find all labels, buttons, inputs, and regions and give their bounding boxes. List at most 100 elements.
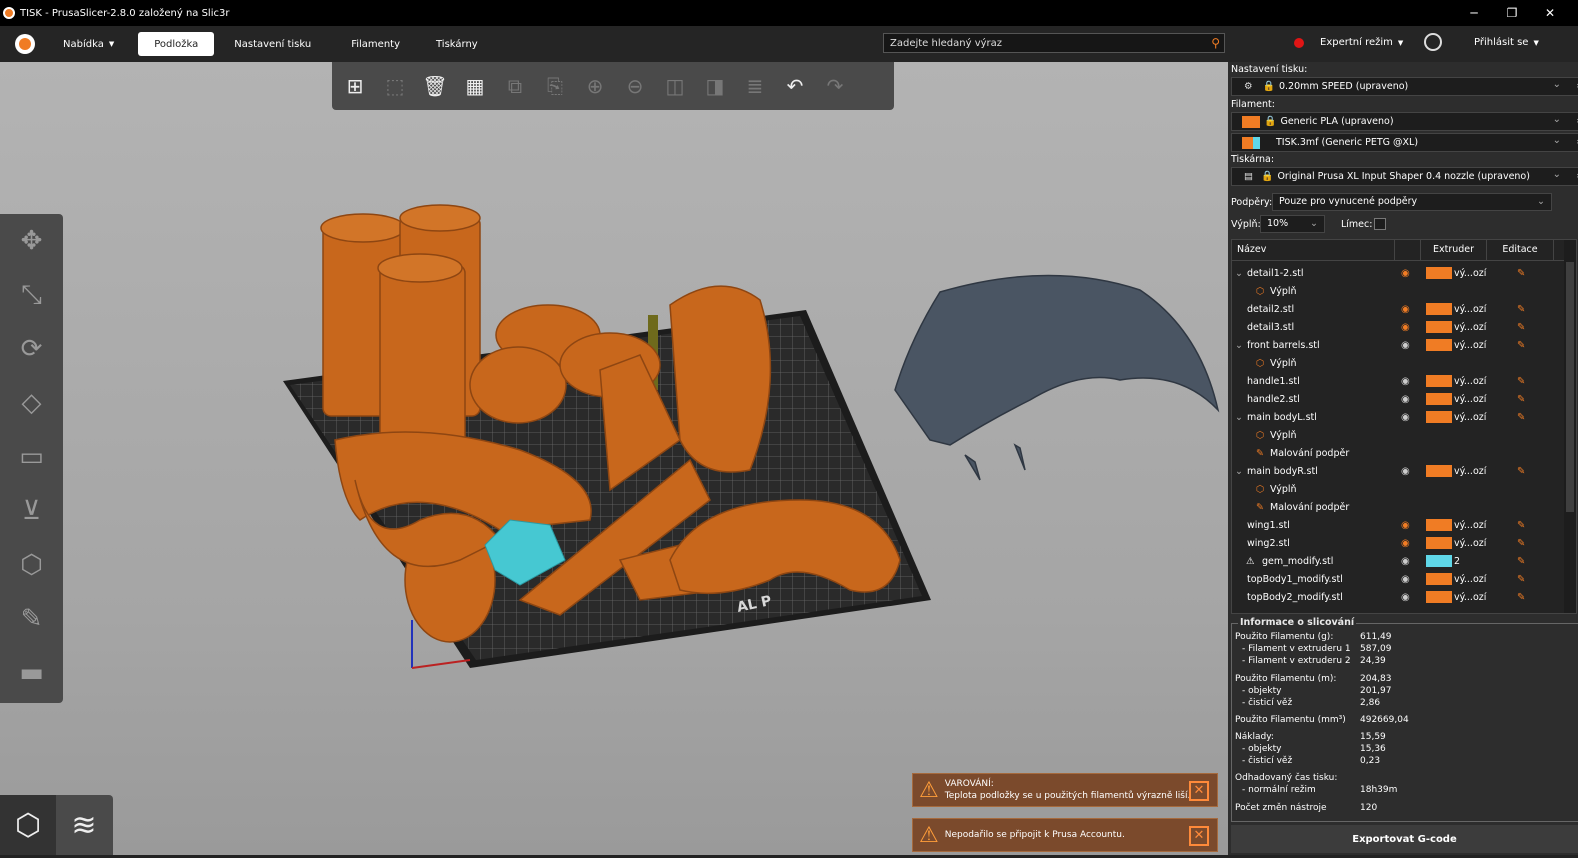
rotate-icon[interactable]: ⟳ xyxy=(0,322,63,376)
scale-icon[interactable]: ⤡ xyxy=(0,268,63,322)
extruder-value[interactable]: vý...ozí xyxy=(1454,376,1486,387)
tab-plater[interactable]: Podložka xyxy=(138,32,215,56)
extruder-value[interactable]: vý...ozí xyxy=(1454,592,1486,603)
cut-icon[interactable]: ▭ xyxy=(0,430,63,484)
object-row[interactable]: ⌄ main bodyR.stl ◉ vý...ozí ✎ xyxy=(1232,462,1560,480)
tab-print-settings[interactable]: Nastavení tisku xyxy=(218,32,327,56)
edit-icon[interactable]: ✎ xyxy=(1517,592,1525,603)
extruder-color-swatch[interactable] xyxy=(1426,303,1452,315)
search-icon[interactable]: ⚲ xyxy=(1211,36,1220,50)
visibility-eye-icon[interactable]: ◉ xyxy=(1401,340,1410,351)
edit-icon[interactable]: ✎ xyxy=(1517,322,1525,333)
split-objects-icon[interactable]: ◫ xyxy=(658,69,692,103)
place-on-face-icon[interactable]: ◇ xyxy=(0,376,63,430)
expand-chevron-icon[interactable]: ⌄ xyxy=(1235,268,1243,279)
visibility-eye-icon[interactable]: ◉ xyxy=(1401,412,1410,423)
extruder-color-swatch[interactable] xyxy=(1426,591,1452,603)
visibility-eye-icon[interactable]: ◉ xyxy=(1401,592,1410,603)
edit-icon[interactable]: ✎ xyxy=(1517,394,1525,405)
close-notification-button[interactable]: ✕ xyxy=(1189,781,1209,801)
edit-icon[interactable]: ✎ xyxy=(1517,466,1525,477)
extruder-color-swatch[interactable] xyxy=(1426,267,1452,279)
login-button[interactable]: Přihlásit se ▼ xyxy=(1474,37,1539,48)
mmu-painting-icon[interactable]: ✎ xyxy=(0,592,63,646)
extruder-value[interactable]: vý...ozí xyxy=(1454,538,1486,549)
layers-editing-icon[interactable]: ≣ xyxy=(738,69,772,103)
paste-icon[interactable]: ⎘ xyxy=(538,69,572,103)
mode-selector[interactable]: Expertní režim ▼ xyxy=(1320,37,1403,48)
split-parts-icon[interactable]: ◨ xyxy=(698,69,732,103)
extruder-color-swatch[interactable] xyxy=(1426,321,1452,333)
expand-chevron-icon[interactable]: ⌄ xyxy=(1235,412,1243,423)
object-row[interactable]: handle2.stl ◉ vý...ozí ✎ xyxy=(1232,390,1560,408)
visibility-eye-icon[interactable]: ◉ xyxy=(1401,376,1410,387)
extruder-color-swatch[interactable] xyxy=(1426,465,1452,477)
scrollbar-thumb[interactable] xyxy=(1566,262,1574,512)
extruder-value[interactable]: vý...ozí xyxy=(1454,412,1486,423)
extruder-value[interactable]: vý...ozí xyxy=(1454,466,1486,477)
delete-all-icon[interactable]: 🗑 xyxy=(418,69,452,103)
move-icon[interactable]: ✥ xyxy=(0,214,63,268)
export-gcode-button[interactable]: Exportovat G-code xyxy=(1231,825,1578,853)
object-row[interactable]: ⌄ front barrels.stl ◉ vý...ozí ✎ xyxy=(1232,336,1560,354)
visibility-eye-icon[interactable]: ◉ xyxy=(1401,304,1410,315)
print-profile-select[interactable]: ⚙ 🔒 0.20mm SPEED (upraveno) ⌄ ⚙ xyxy=(1231,77,1578,96)
add-object-icon[interactable]: ⊞ xyxy=(338,69,372,103)
column-extruder[interactable]: Extruder xyxy=(1421,240,1487,260)
object-subitem-row[interactable]: ⬡ Výplň xyxy=(1232,480,1560,498)
extruder-value[interactable]: vý...ozí xyxy=(1454,322,1486,333)
preview-layers-icon[interactable]: ≋ xyxy=(56,795,112,855)
expand-chevron-icon[interactable]: ⌄ xyxy=(1235,466,1243,477)
search-input[interactable]: Zadejte hledaný výraz ⚲ xyxy=(883,33,1225,53)
close-window-button[interactable]: ✕ xyxy=(1531,0,1569,26)
minimize-button[interactable]: ─ xyxy=(1455,0,1493,26)
extruder-color-swatch[interactable] xyxy=(1426,339,1452,351)
tab-printers[interactable]: Tiskárny xyxy=(420,32,494,56)
object-row[interactable]: wing1.stl ◉ vý...ozí ✎ xyxy=(1232,516,1560,534)
visibility-eye-icon[interactable]: ◉ xyxy=(1401,466,1410,477)
tab-filaments[interactable]: Filamenty xyxy=(335,32,416,56)
copy-icon[interactable]: ⧉ xyxy=(498,69,532,103)
filament-2-select[interactable]: TISK.3mf (Generic PETG @XL) ⌄ ⚙ xyxy=(1231,133,1578,152)
visibility-eye-icon[interactable]: ◉ xyxy=(1401,394,1410,405)
extruder-color-swatch[interactable] xyxy=(1426,411,1452,423)
close-notification-button[interactable]: ✕ xyxy=(1189,826,1209,846)
seam-painting-icon[interactable]: ⬡ xyxy=(0,538,63,592)
column-name[interactable]: Název xyxy=(1232,240,1395,260)
extruder-value[interactable]: vý...ozí xyxy=(1454,268,1486,279)
object-row[interactable]: handle1.stl ◉ vý...ozí ✎ xyxy=(1232,372,1560,390)
paint-supports-icon[interactable]: ⊻ xyxy=(0,484,63,538)
visibility-eye-icon[interactable]: ◉ xyxy=(1401,520,1410,531)
object-row[interactable]: detail2.stl ◉ vý...ozí ✎ xyxy=(1232,300,1560,318)
edit-icon[interactable]: ✎ xyxy=(1517,538,1525,549)
filament-1-select[interactable]: 🔒 Generic PLA (upraveno) ⌄ ⚙ xyxy=(1231,112,1578,131)
visibility-eye-icon[interactable]: ◉ xyxy=(1401,322,1410,333)
visibility-eye-icon[interactable]: ◉ xyxy=(1401,556,1410,567)
extruder-color-swatch[interactable] xyxy=(1426,537,1452,549)
edit-icon[interactable]: ✎ xyxy=(1517,520,1525,531)
object-subitem-row[interactable]: ✎ Malování podpěr xyxy=(1232,498,1560,516)
object-row[interactable]: ⌄ main bodyL.stl ◉ vý...ozí ✎ xyxy=(1232,408,1560,426)
brim-checkbox[interactable] xyxy=(1374,218,1386,230)
measure-icon[interactable]: ▬ xyxy=(0,646,63,700)
undo-icon[interactable]: ↶ xyxy=(778,69,812,103)
extruder-color-swatch[interactable] xyxy=(1426,555,1452,567)
infill-select[interactable]: 10% ⌄ xyxy=(1260,215,1325,233)
extruder-value[interactable]: vý...ozí xyxy=(1454,520,1486,531)
supports-select[interactable]: Pouze pro vynucené podpěry ⌄ xyxy=(1272,193,1552,211)
add-instance-icon[interactable]: ⊕ xyxy=(578,69,612,103)
extruder-value[interactable]: vý...ozí xyxy=(1454,394,1486,405)
object-row[interactable]: wing2.stl ◉ vý...ozí ✎ xyxy=(1232,534,1560,552)
object-list-scrollbar[interactable] xyxy=(1564,240,1576,613)
edit-icon[interactable]: ✎ xyxy=(1517,304,1525,315)
edit-icon[interactable]: ✎ xyxy=(1517,412,1525,423)
printer-select[interactable]: ▤ 🔒 Original Prusa XL Input Shaper 0.4 n… xyxy=(1231,167,1578,186)
extruder-value[interactable]: vý...ozí xyxy=(1454,574,1486,585)
object-subitem-row[interactable]: ⬡ Výplň xyxy=(1232,426,1560,444)
extruder-value[interactable]: vý...ozí xyxy=(1454,340,1486,351)
maximize-button[interactable]: ❐ xyxy=(1493,0,1531,26)
extruder-color-swatch[interactable] xyxy=(1426,573,1452,585)
object-subitem-row[interactable]: ⬡ Výplň xyxy=(1232,354,1560,372)
arrange-icon[interactable]: ▦ xyxy=(458,69,492,103)
object-subitem-row[interactable]: ⬡ Výplň xyxy=(1232,282,1560,300)
